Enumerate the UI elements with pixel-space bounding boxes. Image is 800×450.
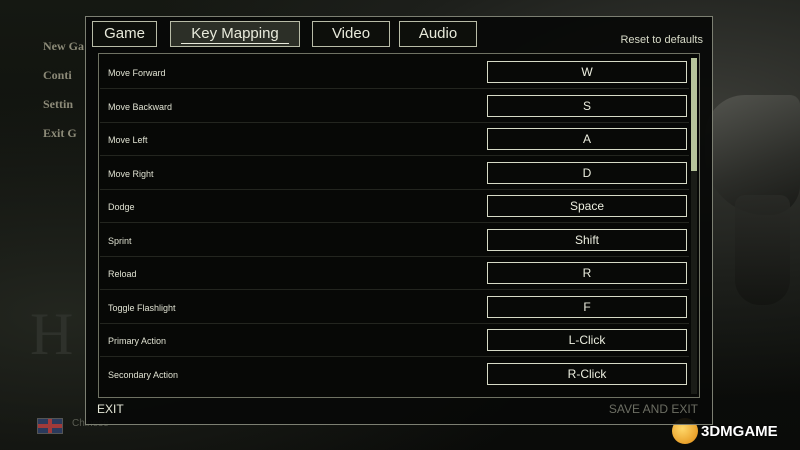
tab-video[interactable]: Video xyxy=(312,21,390,47)
tab-key-mapping[interactable]: Key Mapping xyxy=(170,21,300,47)
binding-label: Move Right xyxy=(108,169,154,179)
scrollbar-thumb[interactable] xyxy=(691,58,697,171)
binding-row-secondary-action: Secondary Action R-Click xyxy=(100,359,689,391)
binding-row-reload: Reload R xyxy=(100,258,689,290)
key-field-sprint[interactable]: Shift xyxy=(487,229,687,251)
revolver-grip-image xyxy=(735,195,790,305)
binding-label: Secondary Action xyxy=(108,370,179,380)
binding-row-move-backward: Move Backward S xyxy=(100,91,689,123)
binding-row-dodge: Dodge Space xyxy=(100,191,689,223)
binding-label: Reload xyxy=(108,269,137,279)
game-logo: H xyxy=(30,301,78,367)
key-field-dodge[interactable]: Space xyxy=(487,195,687,217)
bg-menu-item: Exit G xyxy=(43,126,77,140)
key-field-move-right[interactable]: D xyxy=(487,162,687,184)
binding-label: Toggle Flashlight xyxy=(108,303,176,313)
binding-row-move-right: Move Right D xyxy=(100,158,689,190)
binding-label: Dodge xyxy=(108,202,135,212)
watermark-text: 3DMGAME xyxy=(701,422,778,440)
key-mapping-list: Move Forward W Move Backward S Move Left… xyxy=(98,53,700,398)
key-field-secondary-action[interactable]: R-Click xyxy=(487,363,687,385)
binding-label: Move Backward xyxy=(108,102,173,112)
key-field-move-backward[interactable]: S xyxy=(487,95,687,117)
background-main-menu: New Ga Conti Settin Exit G xyxy=(43,36,84,152)
bg-menu-item: Conti xyxy=(43,68,72,82)
binding-label: Move Left xyxy=(108,135,148,145)
binding-row-primary-action: Primary Action L-Click xyxy=(100,325,689,357)
binding-row-toggle-flashlight: Toggle Flashlight F xyxy=(100,292,689,324)
scrollbar[interactable] xyxy=(691,58,697,394)
binding-row-sprint: Sprint Shift xyxy=(100,225,689,257)
save-and-exit-button[interactable]: SAVE AND EXIT xyxy=(609,402,698,416)
binding-label: Primary Action xyxy=(108,336,167,346)
key-field-reload[interactable]: R xyxy=(487,262,687,284)
exit-button[interactable]: EXIT xyxy=(97,402,124,416)
bg-menu-item: New Ga xyxy=(43,39,84,53)
key-field-primary-action[interactable]: L-Click xyxy=(487,329,687,351)
tab-audio[interactable]: Audio xyxy=(399,21,477,47)
binding-label: Sprint xyxy=(108,236,132,246)
key-field-move-left[interactable]: A xyxy=(487,128,687,150)
reset-defaults-button[interactable]: Reset to defaults xyxy=(620,34,703,46)
binding-label: Move Forward xyxy=(108,68,166,78)
key-field-move-forward[interactable]: W xyxy=(487,61,687,83)
binding-row-move-left: Move Left A xyxy=(100,124,689,156)
tab-game[interactable]: Game xyxy=(92,21,157,47)
settings-dialog: Game Key Mapping Video Audio Reset to de… xyxy=(85,16,713,425)
uk-flag-icon xyxy=(37,418,63,434)
key-field-toggle-flashlight[interactable]: F xyxy=(487,296,687,318)
binding-row-move-forward: Move Forward W xyxy=(100,57,689,89)
bg-menu-item: Settin xyxy=(43,97,73,111)
